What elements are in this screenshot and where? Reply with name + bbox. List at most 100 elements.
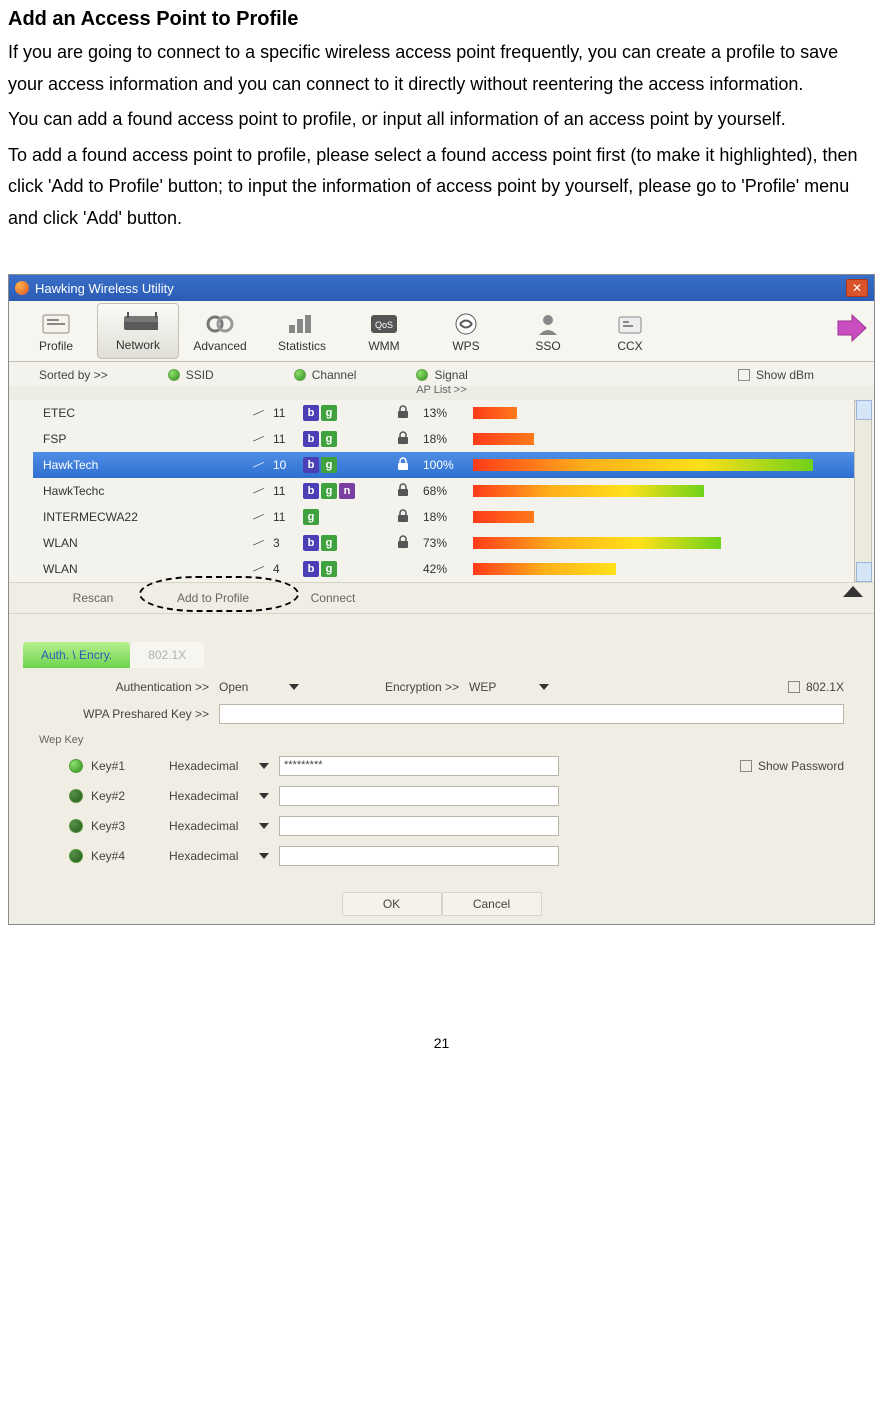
ap-ssid: FSP — [33, 432, 243, 446]
sort-channel-radio[interactable] — [294, 369, 306, 381]
ap-modes: bg — [303, 431, 383, 447]
wep-key-type-dropdown[interactable] — [259, 823, 269, 829]
ap-channel: 4 — [273, 562, 303, 576]
channel-icon: ⟋ — [243, 458, 273, 473]
close-icon[interactable]: ✕ — [846, 279, 868, 297]
mode-b-icon: b — [303, 431, 319, 447]
encryption-icon — [383, 431, 423, 448]
next-arrow-icon[interactable] — [834, 311, 868, 345]
toolbar-ccx[interactable]: CCX — [589, 303, 671, 359]
wep-key-radio[interactable] — [69, 849, 83, 863]
wep-key-name: Key#4 — [91, 849, 125, 863]
channel-icon: ⟋ — [243, 562, 273, 577]
wep-key-type-dropdown[interactable] — [259, 793, 269, 799]
auth-value: Open — [219, 680, 279, 694]
scroll-up-icon[interactable] — [856, 400, 872, 420]
encryption-value: WEP — [469, 680, 529, 694]
rescan-button[interactable]: Rescan — [33, 585, 153, 611]
wep-key-radio[interactable] — [69, 789, 83, 803]
ap-list: ETEC⟋11bg13%FSP⟋11bg18%HawkTech⟋10bg100%… — [9, 400, 874, 582]
toolbar-advanced[interactable]: Advanced — [179, 303, 261, 359]
sort-channel-label: Channel — [312, 368, 357, 382]
wep-key-radio[interactable] — [69, 759, 83, 773]
ap-row[interactable]: WLAN⟋3bg73% — [33, 530, 868, 556]
wep-key-radio[interactable] — [69, 819, 83, 833]
wep-key-type: Hexadecimal — [149, 849, 249, 863]
wep-key-row: Key#3Hexadecimal — [69, 816, 844, 836]
connect-button[interactable]: Connect — [273, 585, 393, 611]
action-bar: Rescan Add to Profile Connect — [9, 582, 874, 614]
mode-g-icon: g — [321, 483, 337, 499]
mode-g-icon: g — [321, 431, 337, 447]
toolbar-wps[interactable]: WPS — [425, 303, 507, 359]
wep-key-input[interactable] — [279, 786, 559, 806]
cancel-button[interactable]: Cancel — [442, 892, 542, 916]
mode-b-icon: b — [303, 483, 319, 499]
ok-button[interactable]: OK — [342, 892, 442, 916]
wep-key-input[interactable]: ********* — [279, 756, 559, 776]
ap-ssid: INTERMECWA22 — [33, 510, 243, 524]
sort-signal-radio[interactable] — [416, 369, 428, 381]
wpa-psk-input[interactable] — [219, 704, 844, 724]
encryption-icon — [383, 535, 423, 552]
ap-row[interactable]: FSP⟋11bg18% — [33, 426, 868, 452]
tab-auth-encry[interactable]: Auth. \ Encry. — [23, 642, 130, 668]
ap-modes: bgn — [303, 483, 383, 499]
wmm-icon: QoS — [364, 309, 404, 339]
ap-ssid: WLAN — [33, 536, 243, 550]
toolbar-network[interactable]: Network — [97, 303, 179, 359]
ap-ssid: HawkTechc — [33, 484, 243, 498]
app-window: Hawking Wireless Utility ✕ Profile Netwo… — [8, 274, 875, 925]
auth-tabbar: Auth. \ Encry. 802.1X — [9, 638, 874, 668]
wep-key-input[interactable] — [279, 846, 559, 866]
wep-key-row: Key#4 Hexadecimal — [69, 846, 844, 866]
wep-key-name: Key#2 — [91, 789, 125, 803]
ap-signal-bar — [473, 563, 813, 575]
8021x-label: 802.1X — [806, 680, 844, 694]
mode-g-icon: g — [321, 405, 337, 421]
show-password-label: Show Password — [758, 759, 844, 773]
toolbar-statistics[interactable]: Statistics — [261, 303, 343, 359]
ap-modes: g — [303, 509, 383, 525]
mode-b-icon: b — [303, 405, 319, 421]
ap-modes: bg — [303, 457, 383, 473]
ap-row[interactable]: HawkTech⟋10bg100% — [33, 452, 868, 478]
ccx-icon — [610, 309, 650, 339]
ap-row[interactable]: ETEC⟋11bg13% — [33, 400, 868, 426]
window-titlebar: Hawking Wireless Utility ✕ — [9, 275, 874, 301]
toolbar-sso[interactable]: SSO — [507, 303, 589, 359]
doc-para3: To add a found access point to profile, … — [8, 140, 875, 235]
ap-channel: 3 — [273, 536, 303, 550]
encryption-dropdown[interactable] — [539, 684, 549, 690]
ap-signal-percent: 68% — [423, 484, 473, 498]
wep-key-row: Key#1Hexadecimal*********Show Password — [69, 756, 844, 776]
sort-ssid-label: SSID — [186, 368, 214, 382]
collapse-arrow-icon[interactable] — [842, 584, 864, 603]
ap-signal-bar — [473, 537, 813, 549]
ap-signal-bar — [473, 433, 813, 445]
show-password-checkbox[interactable] — [740, 760, 752, 772]
wep-key-type: Hexadecimal — [149, 819, 249, 833]
8021x-checkbox[interactable] — [788, 681, 800, 693]
sso-icon — [528, 309, 568, 339]
ap-row[interactable]: HawkTechc⟋11bgn68% — [33, 478, 868, 504]
wep-key-input[interactable] — [279, 816, 559, 836]
mode-g-icon: g — [321, 457, 337, 473]
ap-channel: 11 — [273, 406, 303, 420]
wep-key-type-dropdown[interactable] — [259, 763, 269, 769]
scrollbar[interactable] — [854, 400, 872, 582]
encryption-icon — [383, 405, 423, 422]
show-dbm-checkbox[interactable] — [738, 369, 750, 381]
add-to-profile-button[interactable]: Add to Profile — [153, 585, 273, 611]
ap-row[interactable]: INTERMECWA22⟋11g18% — [33, 504, 868, 530]
channel-icon: ⟋ — [243, 484, 273, 499]
ap-row[interactable]: WLAN⟋4bg42% — [33, 556, 868, 582]
auth-dropdown[interactable] — [289, 684, 299, 690]
wep-key-type-dropdown[interactable] — [259, 853, 269, 859]
toolbar-profile[interactable]: Profile — [15, 303, 97, 359]
toolbar-wmm[interactable]: QoS WMM — [343, 303, 425, 359]
sort-ssid-radio[interactable] — [168, 369, 180, 381]
tab-8021x[interactable]: 802.1X — [130, 642, 204, 668]
scroll-down-icon[interactable] — [856, 562, 872, 582]
ap-signal-percent: 42% — [423, 562, 473, 576]
